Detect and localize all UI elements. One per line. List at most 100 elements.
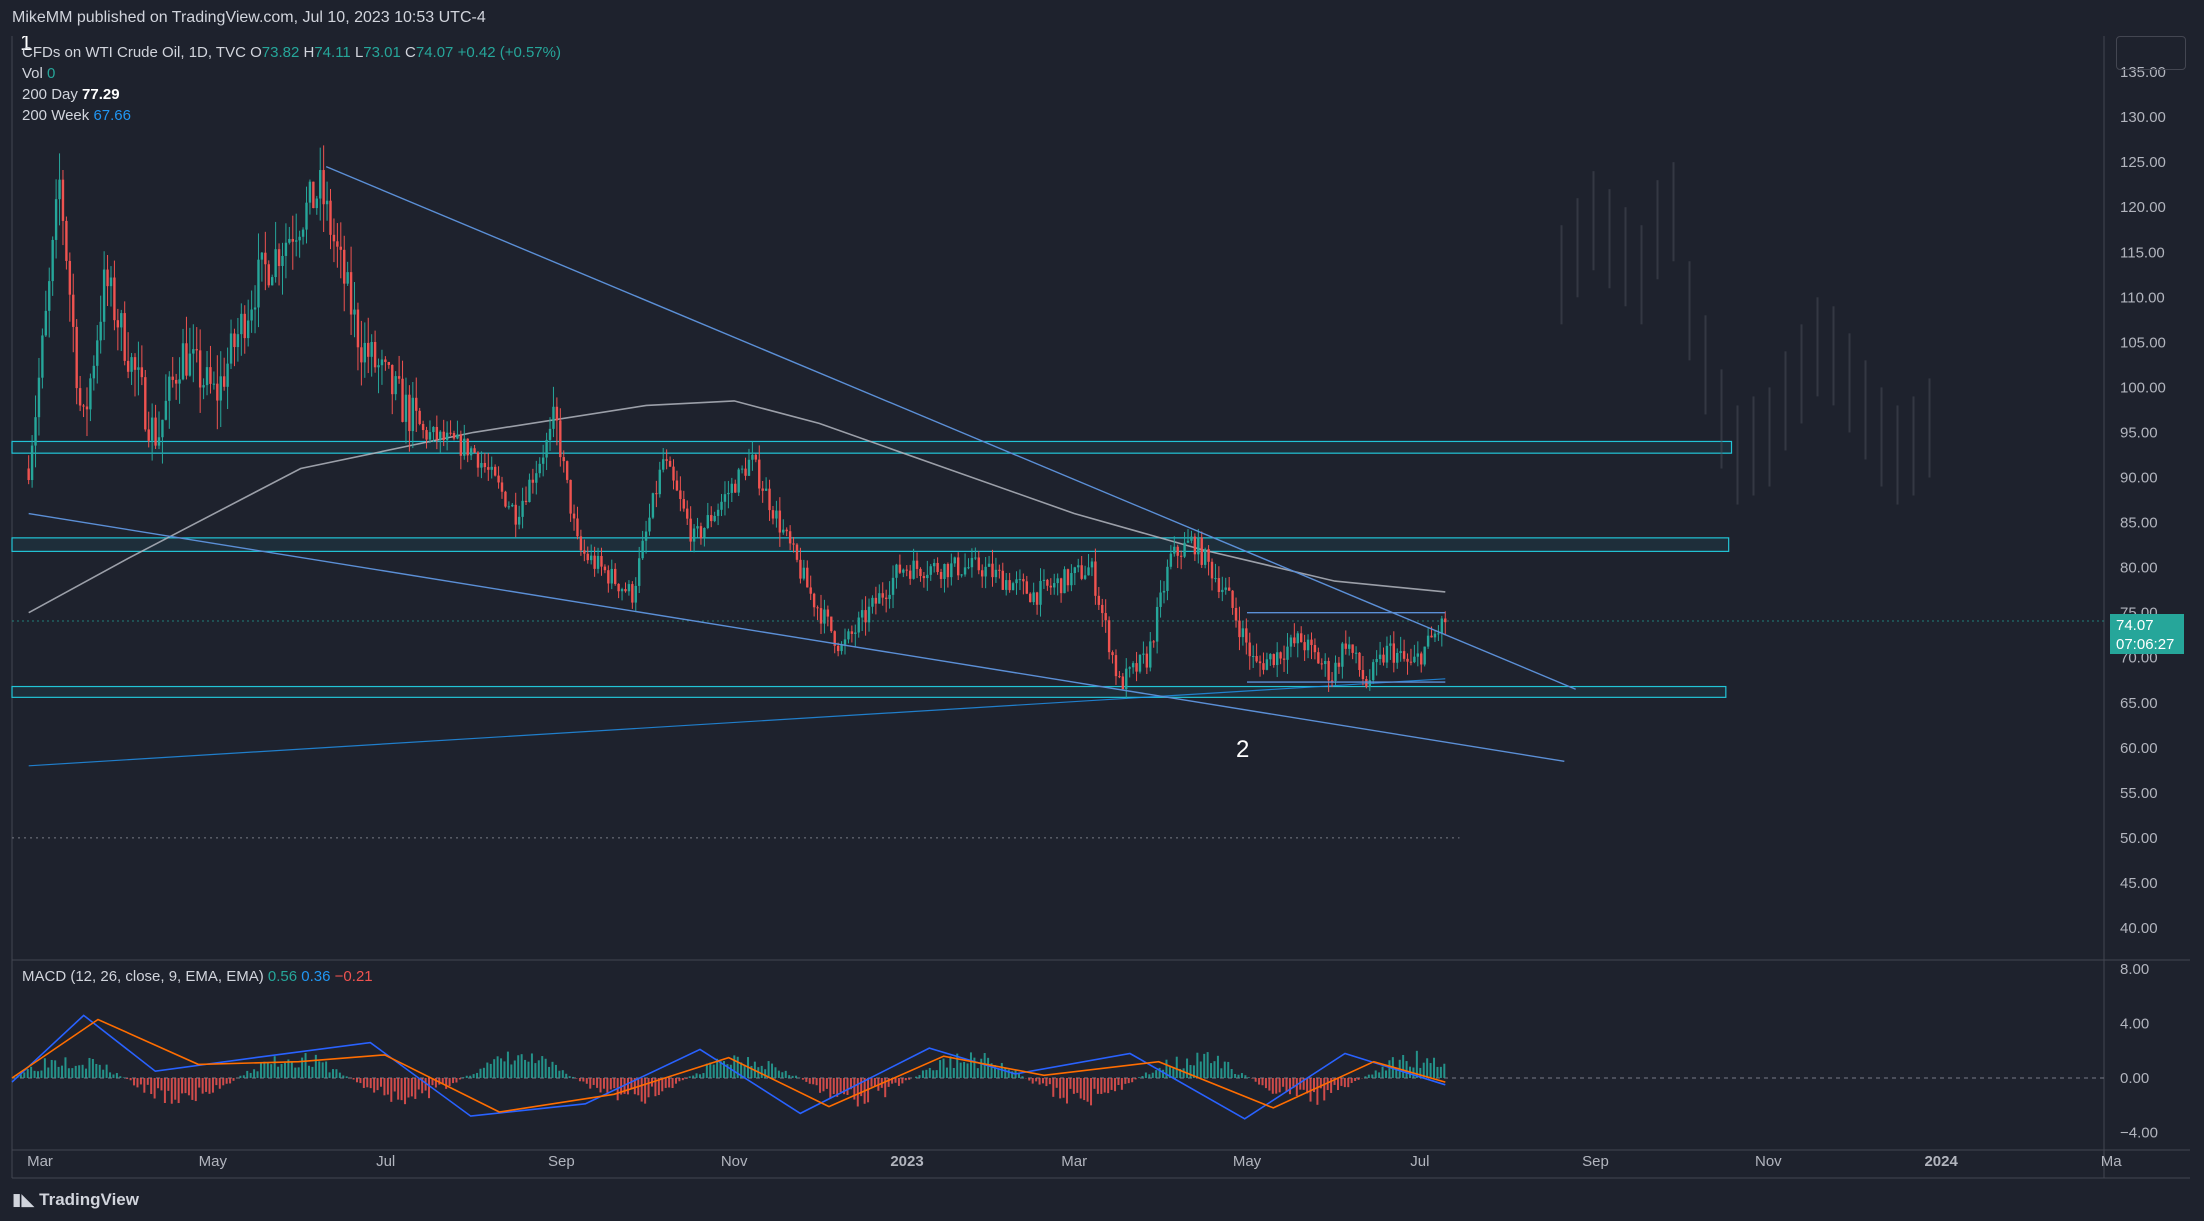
- candle-body: [517, 516, 521, 525]
- candle-body: [569, 479, 572, 514]
- candle-body: [216, 383, 219, 401]
- time-tick-label: Mar: [27, 1153, 53, 1170]
- candle-body: [487, 467, 490, 470]
- candle-body: [679, 490, 682, 500]
- candle-body: [1200, 537, 1203, 565]
- price-tick-label: 95.00: [2120, 424, 2158, 441]
- candle-body: [1317, 652, 1320, 664]
- candle-body: [188, 353, 192, 376]
- candle-body: [932, 562, 936, 567]
- candle-body: [528, 479, 531, 503]
- candle-body: [154, 417, 157, 446]
- candle-body: [250, 309, 253, 321]
- candle-body: [559, 420, 562, 458]
- candle-body: [1131, 663, 1135, 668]
- candle-body: [1094, 561, 1097, 596]
- candle-body: [521, 500, 524, 517]
- candle-body: [1440, 618, 1444, 634]
- candle-body: [644, 531, 648, 541]
- price-tick-label: 125.00: [2120, 154, 2166, 171]
- candle-body: [548, 428, 552, 440]
- candle-body: [826, 609, 830, 617]
- macd-value: 0.56: [267, 968, 298, 985]
- candle-body: [397, 376, 401, 379]
- ma200w-label: 200 Week: [22, 107, 90, 124]
- price-tick-label: 65.00: [2120, 695, 2158, 712]
- high-label: H: [303, 44, 315, 61]
- candle-body: [89, 378, 92, 410]
- candle-body: [219, 376, 222, 401]
- candle-body: [236, 334, 240, 348]
- candle-body: [1059, 578, 1063, 594]
- candle-body: [686, 508, 689, 519]
- candle-body: [1327, 660, 1330, 681]
- symbol-legend: CFDs on WTI Crude Oil, 1D, TVC O73.82 H7…: [22, 44, 561, 61]
- candle-body: [795, 544, 799, 560]
- candle-body: [1217, 578, 1221, 593]
- candle-body: [552, 406, 555, 429]
- candle-body: [943, 564, 946, 579]
- candle-body: [775, 510, 778, 519]
- candle-body: [233, 333, 236, 348]
- candle-body: [1073, 567, 1077, 574]
- candle-body: [353, 309, 356, 315]
- candle-body: [1190, 536, 1193, 541]
- candle-body: [857, 617, 860, 633]
- candle-body: [1334, 662, 1337, 681]
- candle-body: [1162, 590, 1166, 593]
- time-tick-label: 2023: [890, 1153, 923, 1170]
- candle-body: [418, 410, 421, 424]
- candle-body: [58, 179, 61, 200]
- candle-body: [27, 468, 30, 481]
- open-label: O: [250, 44, 262, 61]
- candle-body: [1121, 676, 1125, 690]
- candle-body: [277, 249, 281, 266]
- candle-body: [178, 379, 181, 384]
- candle-body: [301, 229, 305, 237]
- candle-body: [1272, 654, 1275, 666]
- candle-body: [589, 555, 593, 561]
- price-tick-label: 55.00: [2120, 785, 2158, 802]
- candle-body: [346, 272, 349, 284]
- tradingview-logo[interactable]: ▮◣ TradingView: [12, 1190, 139, 1210]
- candle-body: [699, 526, 703, 539]
- candle-body: [140, 367, 144, 378]
- candle-body: [658, 469, 661, 495]
- macd-tick-label: 0.00: [2120, 1070, 2149, 1087]
- candle-body: [1320, 663, 1323, 665]
- time-tick-label: Ma: [2101, 1153, 2122, 1170]
- candle-body: [1293, 637, 1296, 644]
- candle-body: [1090, 561, 1094, 568]
- candle-body: [1066, 569, 1070, 586]
- candle-body: [1310, 639, 1313, 646]
- candle-body: [1087, 567, 1090, 576]
- candle-body: [1080, 565, 1083, 579]
- candle-body: [926, 574, 929, 579]
- time-tick-label: Nov: [1755, 1153, 1782, 1170]
- candle-body: [730, 483, 734, 493]
- candle-body: [325, 200, 329, 205]
- candle-body: [1262, 663, 1265, 670]
- candle-body: [723, 494, 727, 502]
- candle-body: [192, 349, 195, 354]
- price-zone: [11, 440, 1733, 454]
- candle-body: [1149, 641, 1152, 668]
- candle-body: [480, 462, 483, 468]
- candle-body: [754, 454, 758, 460]
- ma200d-legend: 200 Day 77.29: [22, 86, 120, 103]
- volume-legend: Vol 0: [22, 65, 55, 82]
- candle-body: [1324, 660, 1327, 665]
- candle-body: [620, 589, 624, 592]
- candle-body: [603, 566, 607, 571]
- candle-body: [312, 181, 315, 209]
- candle-body: [1269, 654, 1272, 660]
- candle-body: [716, 509, 720, 516]
- candle-body: [1070, 573, 1073, 586]
- price-tick-label: 80.00: [2120, 560, 2158, 577]
- candle-body: [113, 277, 116, 321]
- candle-body: [1444, 618, 1447, 623]
- candle-body: [884, 597, 888, 600]
- candle-body: [469, 448, 473, 456]
- candle-body: [78, 388, 82, 406]
- scale-button[interactable]: [2116, 36, 2186, 70]
